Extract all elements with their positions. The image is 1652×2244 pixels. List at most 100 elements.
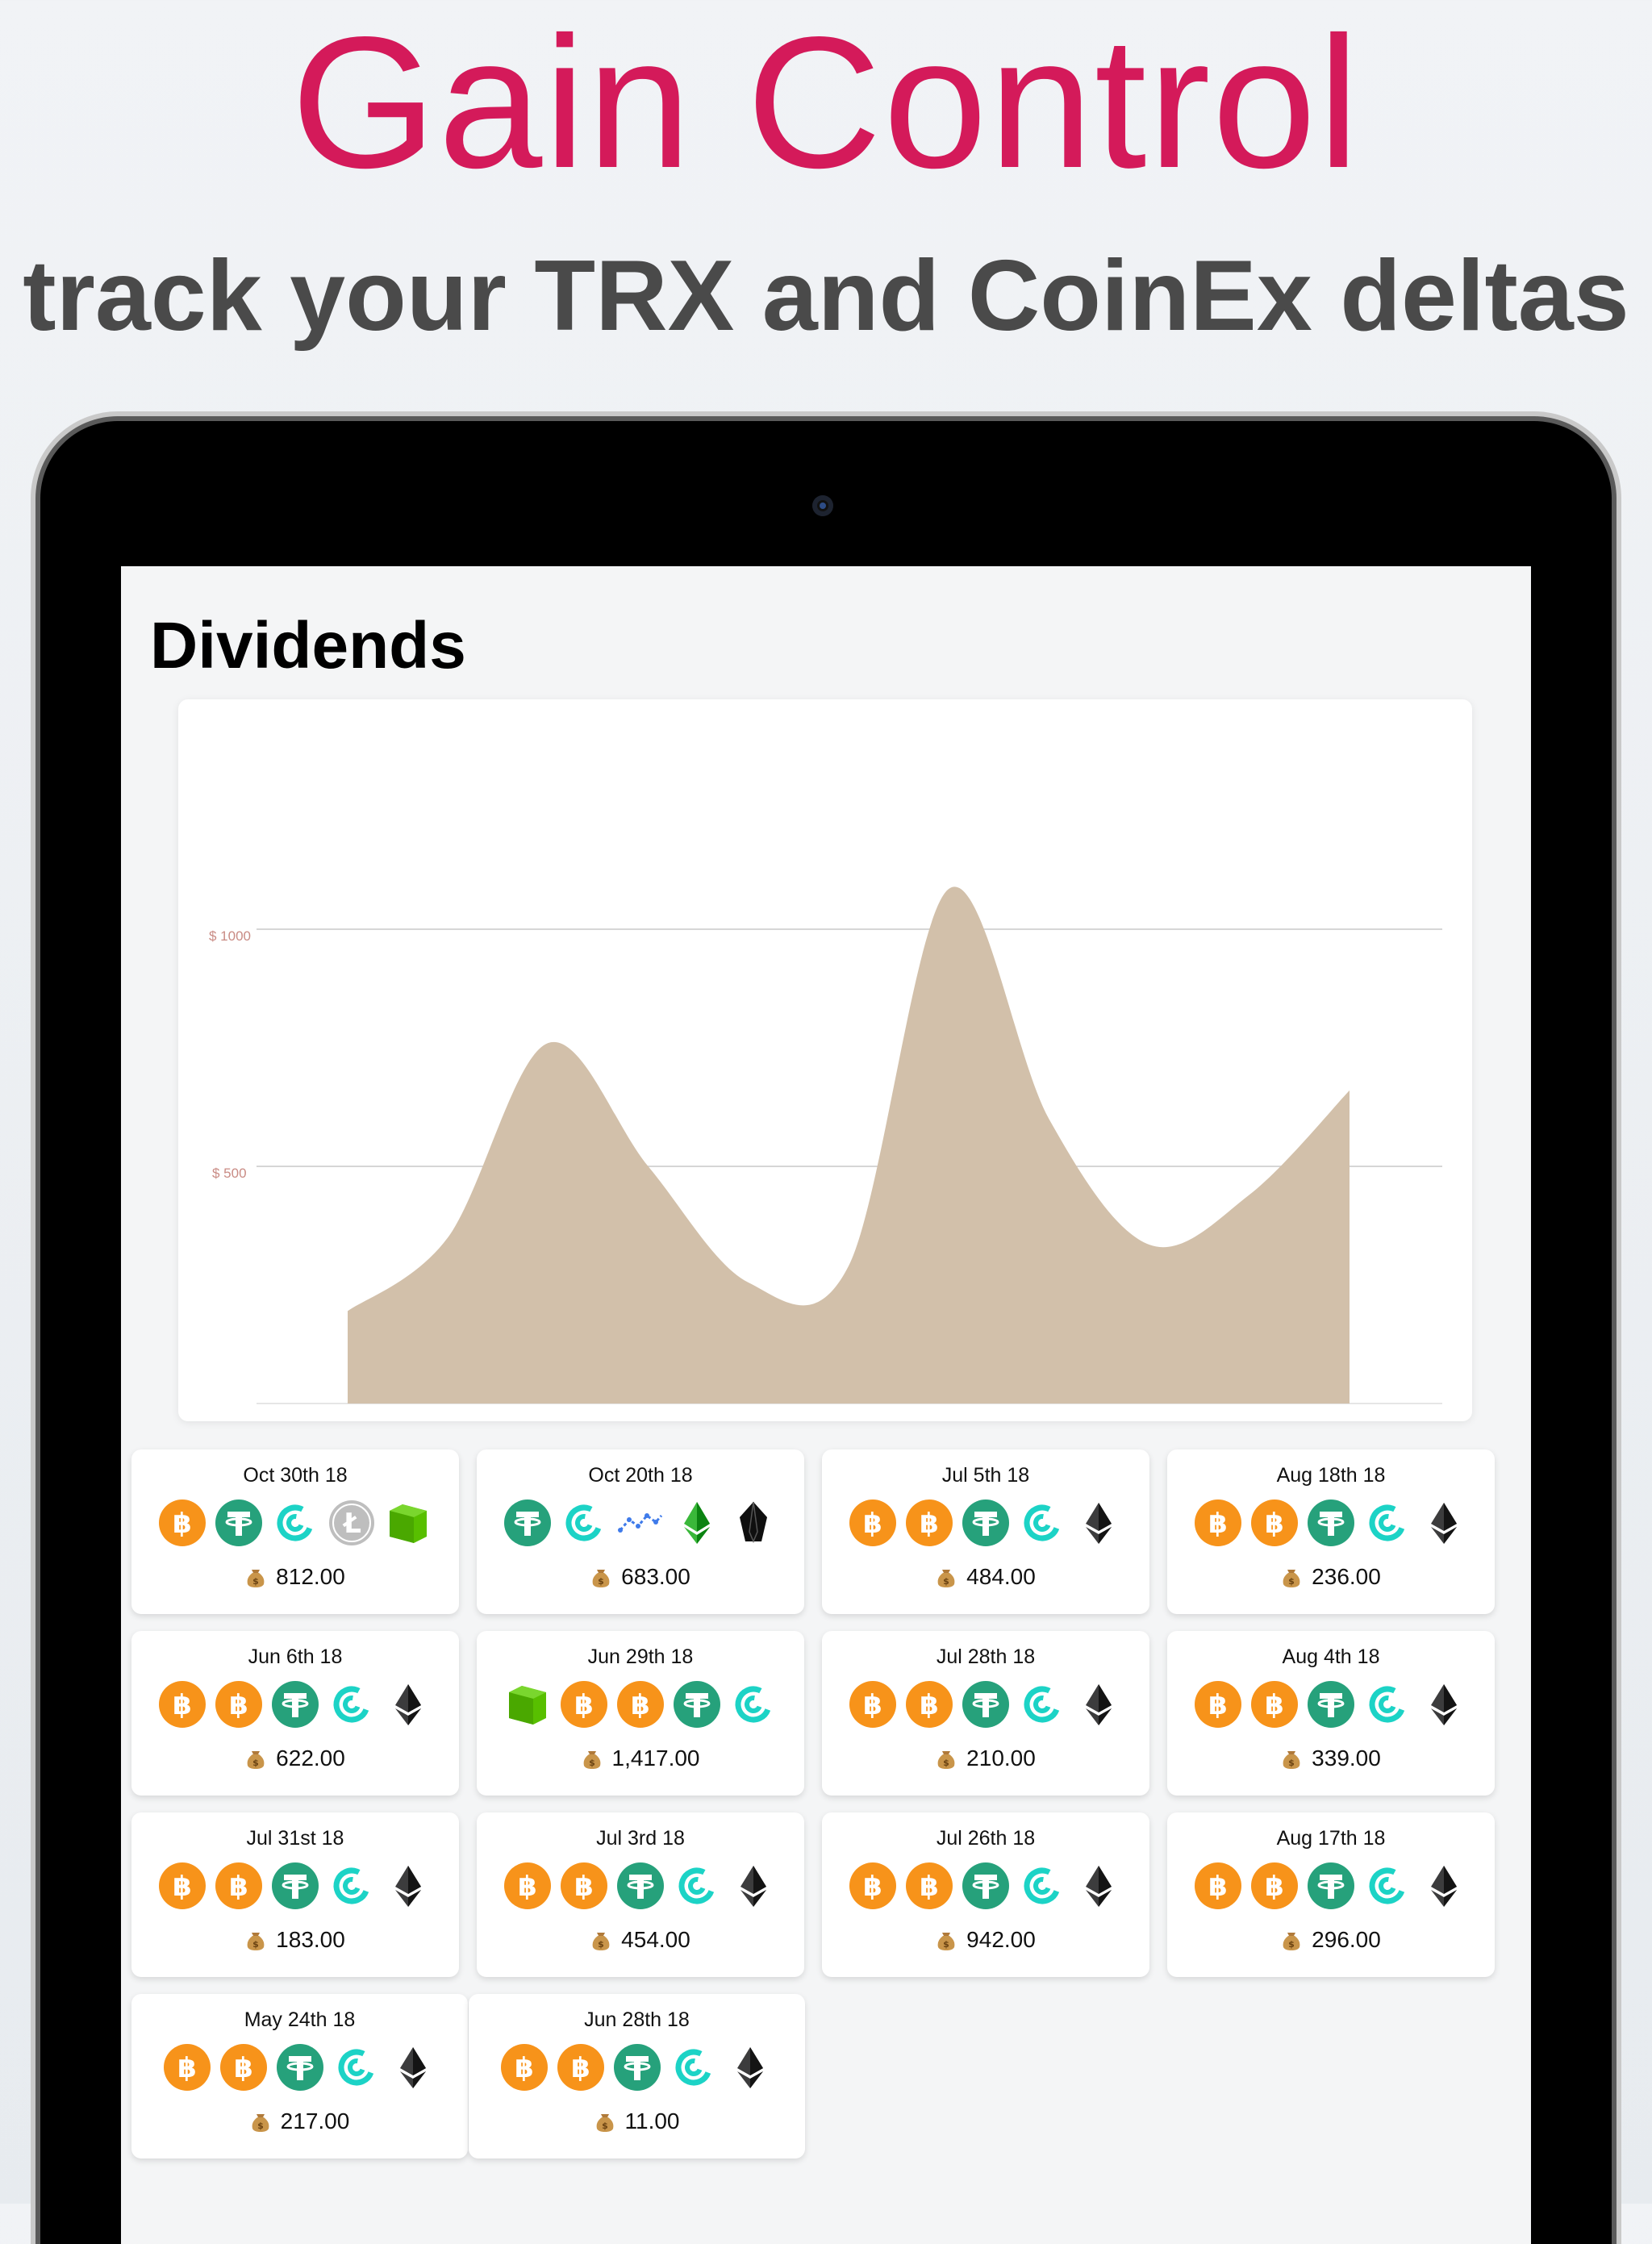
dividend-amount-value: 683.00: [621, 1564, 690, 1589]
coin-icon-row: ฿฿: [1167, 1679, 1495, 1729]
svg-text:฿: ฿: [1208, 1508, 1228, 1540]
dividend-tile[interactable]: Jun 29th 18 ฿ ฿ $1,417.00: [477, 1631, 804, 1796]
bitcoin-icon: ฿: [159, 1499, 206, 1546]
dividend-amount: $11.00: [469, 2108, 805, 2134]
tether-icon: [617, 1862, 664, 1909]
dividend-area: [348, 886, 1350, 1404]
tether-icon: [1308, 1499, 1354, 1546]
svg-text:฿: ฿: [1208, 1871, 1228, 1903]
dividend-amount: $454.00: [477, 1927, 804, 1953]
tether-icon: [272, 1862, 319, 1909]
dividend-tile[interactable]: Aug 4th 18 ฿฿ $339.00: [1167, 1631, 1495, 1796]
money-bag-icon: $: [1281, 1927, 1312, 1952]
svg-text:฿: ฿: [173, 1508, 192, 1540]
coin-icon-row: ฿฿: [131, 1679, 459, 1729]
app-screen: Dividends $ 500 $ 1000 Oct 30th 18 ฿ Ł $812…: [121, 566, 1531, 2244]
bitcoin-icon: ฿: [219, 2044, 267, 2091]
money-bag-icon: $: [936, 1927, 966, 1952]
neo-icon: [504, 1681, 551, 1728]
bitcoin-icon: ฿: [1195, 1862, 1241, 1909]
bitcoin-icon: ฿: [159, 1681, 206, 1728]
coinex-icon: [674, 1862, 720, 1909]
dividend-tile[interactable]: Jul 28th 18 ฿฿ $210.00: [822, 1631, 1149, 1796]
bitcoin-icon: ฿: [849, 1862, 896, 1909]
bitcoin-icon: ฿: [159, 1862, 206, 1909]
coinex-icon: [1364, 1499, 1411, 1546]
dividend-amount-value: 454.00: [621, 1927, 690, 1952]
camera-icon: [812, 495, 833, 516]
tether-icon: [504, 1499, 551, 1546]
dividend-date: Aug 4th 18: [1282, 1645, 1380, 1668]
tether-icon: [962, 1681, 1009, 1728]
svg-text:$: $: [602, 2121, 608, 2131]
coin-icon-row: ฿ Ł: [131, 1498, 459, 1548]
dividend-amount: $217.00: [131, 2108, 468, 2134]
ethereum-icon: [727, 2044, 774, 2091]
svg-text:฿: ฿: [173, 1689, 192, 1721]
bitcoin-icon: ฿: [1251, 1862, 1298, 1909]
svg-text:$: $: [943, 1576, 949, 1587]
svg-text:฿: ฿: [863, 1508, 882, 1540]
eos-icon: [730, 1499, 777, 1546]
dividend-amount: $339.00: [1167, 1746, 1495, 1771]
dividend-amount-value: 339.00: [1312, 1746, 1381, 1771]
tether-icon: [674, 1681, 720, 1728]
svg-text:$: $: [252, 1758, 259, 1768]
ethereum-icon: [1075, 1862, 1122, 1909]
svg-text:$: $: [1288, 1758, 1295, 1768]
dividend-date: Jul 28th 18: [936, 1645, 1036, 1668]
dividend-amount: $183.00: [131, 1927, 459, 1953]
coin-icon-row: ฿฿: [1167, 1861, 1495, 1911]
dividend-tile[interactable]: Aug 17th 18 ฿฿ $296.00: [1167, 1812, 1495, 1977]
ethereum-icon: [1075, 1499, 1122, 1546]
svg-text:฿: ฿: [518, 1871, 537, 1903]
dividend-amount: $1,417.00: [477, 1746, 804, 1771]
dividend-tile[interactable]: Oct 30th 18 ฿ Ł $812.00: [131, 1449, 459, 1614]
litecoin-icon: Ł: [328, 1499, 375, 1546]
dividend-amount-value: 236.00: [1312, 1564, 1381, 1589]
svg-text:฿: ฿: [920, 1689, 939, 1721]
svg-text:$: $: [943, 1758, 949, 1768]
bitcoin-icon: ฿: [561, 1862, 607, 1909]
money-bag-icon: $: [590, 1564, 621, 1589]
bitcoin-icon: ฿: [906, 1499, 953, 1546]
dividend-tile[interactable]: Oct 20th 18 $683.00: [477, 1449, 804, 1614]
money-bag-icon: $: [245, 1564, 276, 1589]
coin-icon-row: ฿฿: [477, 1861, 804, 1911]
bitcoin-icon: ฿: [1251, 1499, 1298, 1546]
svg-text:$: $: [598, 1939, 604, 1950]
ethereum-icon: [1420, 1499, 1467, 1546]
svg-text:฿: ฿: [574, 1689, 594, 1721]
tether-icon: [962, 1499, 1009, 1546]
bitcoin-icon: ฿: [849, 1499, 896, 1546]
svg-text:฿: ฿: [863, 1689, 882, 1721]
svg-text:$: $: [1288, 1576, 1295, 1587]
bitcoin-icon: ฿: [561, 1681, 607, 1728]
dividend-date: Jul 5th 18: [941, 1464, 1030, 1487]
dividend-date: Aug 18th 18: [1276, 1464, 1386, 1487]
page-title: Dividends: [150, 609, 466, 682]
dividend-tile[interactable]: Jul 3rd 18 ฿฿ $454.00: [477, 1812, 804, 1977]
ethereum-icon: [385, 1862, 432, 1909]
svg-text:฿: ฿: [920, 1508, 939, 1540]
bitcoin-icon: ฿: [215, 1862, 262, 1909]
dividend-tile[interactable]: Jul 31st 18 ฿฿ $183.00: [131, 1812, 459, 1977]
coin-icon-row: ฿฿: [1167, 1498, 1495, 1548]
dividend-tile[interactable]: Jun 28th 18 ฿฿ $11.00: [469, 1994, 805, 2158]
dividend-tile[interactable]: Jul 5th 18 ฿฿ $484.00: [822, 1449, 1149, 1614]
dividend-tile[interactable]: Jun 6th 18 ฿฿ $622.00: [131, 1631, 459, 1796]
dividend-tile[interactable]: May 24th 18 ฿฿ $217.00: [131, 1994, 468, 2158]
coinex-icon: [272, 1499, 319, 1546]
dividend-amount: $683.00: [477, 1564, 804, 1590]
ethereum-icon: [385, 1681, 432, 1728]
money-bag-icon: $: [245, 1746, 276, 1771]
coin-icon-row: [477, 1498, 804, 1548]
ethereum-icon: [730, 1862, 777, 1909]
dividend-tile[interactable]: Jul 26th 18 ฿฿ $942.00: [822, 1812, 1149, 1977]
chart-svg: $ 500 $ 1000: [209, 886, 1442, 1404]
dividend-tile[interactable]: Aug 18th 18 ฿฿ $236.00: [1167, 1449, 1495, 1614]
svg-text:฿: ฿: [631, 1689, 650, 1721]
dividend-amount-value: 622.00: [276, 1746, 345, 1771]
dividend-date: Jun 29th 18: [587, 1645, 694, 1668]
dividend-date: Jul 31st 18: [246, 1827, 344, 1850]
